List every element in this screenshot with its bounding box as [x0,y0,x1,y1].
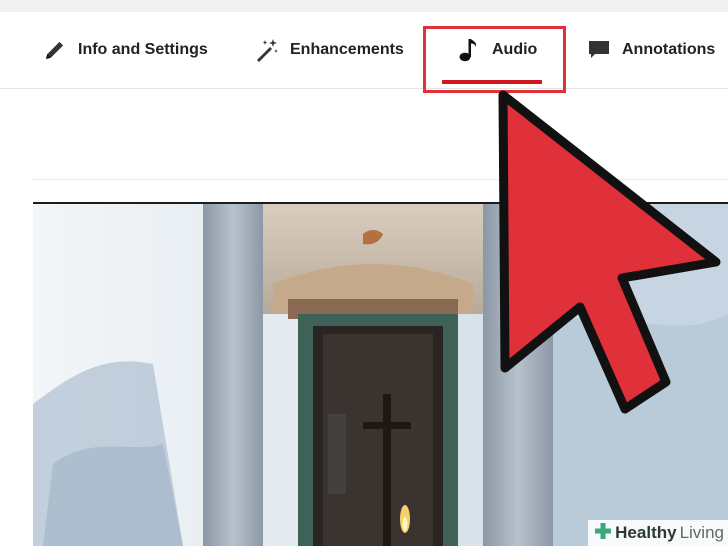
tab-enhancements[interactable]: Enhancements [254,12,404,88]
speech-bubble-icon [586,37,612,63]
audio-tab-highlight [423,26,566,93]
tab-label: Enhancements [290,41,404,58]
video-thumbnail-image [33,204,728,546]
watermark-brand-light: Living [679,523,724,542]
plus-cross-icon [594,522,612,545]
editor-tab-bar: Info and Settings Enhancements Audio Ann… [0,12,728,89]
video-preview[interactable] [33,202,728,546]
tab-label: Info and Settings [78,41,208,58]
pencil-icon [42,37,68,63]
content-divider [33,179,728,180]
magic-wand-icon [254,37,280,63]
tab-label: Annotations [622,41,716,58]
watermark-brand-bold: Healthy [615,523,677,542]
watermark: Healthy Living [588,520,728,546]
tab-info-and-settings[interactable]: Info and Settings [42,12,208,88]
tab-annotations[interactable]: Annotations [586,12,715,88]
top-strip [0,0,728,12]
